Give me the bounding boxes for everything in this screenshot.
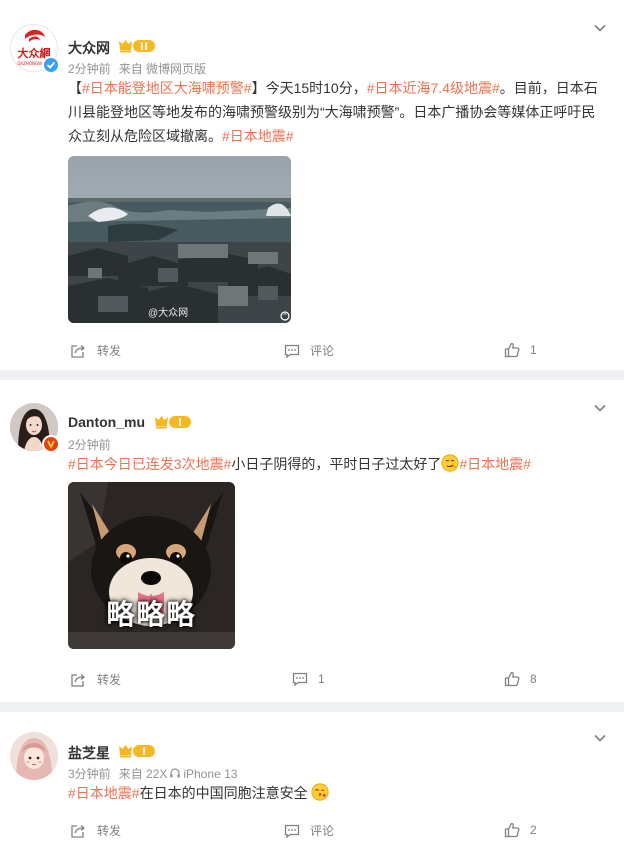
comment-label: 评论 — [310, 344, 335, 358]
repost-button[interactable]: 转发 — [70, 822, 121, 839]
post-image-meme[interactable]: 略略略 — [68, 482, 235, 649]
comment-label: 评论 — [310, 824, 335, 838]
text-segment: 小日子阴得的，平时日子过太好了 — [231, 456, 442, 472]
repost-label: 转发 — [97, 344, 122, 358]
comment-icon — [284, 824, 300, 838]
post-toolbar: 转发 评论 2 — [0, 822, 624, 844]
chevron-down-icon[interactable] — [592, 730, 608, 746]
post-text: #日本地震#在日本的中国同胞注意安全 — [68, 781, 600, 805]
post-source: 来自 22X — [118, 767, 168, 781]
post-toolbar: 转发 1 8 — [0, 671, 624, 693]
image-watermark: @大众网 — [148, 308, 189, 319]
thumbs-up-icon — [504, 342, 520, 358]
comment-icon — [292, 672, 308, 687]
thumbs-up-icon — [504, 822, 520, 838]
post-meta: 2分钟前 — [68, 436, 111, 453]
hashtag-link[interactable]: #日本今日已连发3次地震# — [68, 456, 231, 472]
avatar[interactable]: 大众網 DAZHONGWANG — [10, 24, 60, 74]
repost-label: 转发 — [97, 673, 122, 687]
post-card: 大众網 DAZHONGWANG 大众网 II 2分钟前 来自 微博网页版 【#日本… — [0, 0, 624, 370]
author-name[interactable]: 盐芝星 — [68, 743, 110, 763]
verified-icon — [42, 56, 60, 74]
post-card: 盐芝星 I 3分钟前 来自 22X iPhone 13 #日本地震#在日本的中国同胞… — [0, 712, 624, 847]
hashtag-link[interactable]: #日本能登地区大海啸预警# — [82, 80, 252, 96]
level-badge-icon[interactable]: I — [118, 743, 156, 759]
author-name[interactable]: Danton_mu — [68, 414, 145, 430]
author-name[interactable]: 大众网 — [68, 38, 110, 58]
post-card: Danton_mu I 2分钟前 #日本今日已连发3次地震#小日子阴得的，平时日… — [0, 380, 624, 702]
like-button[interactable]: 8 — [504, 671, 537, 687]
repost-icon — [71, 673, 86, 687]
kiss-face-icon — [310, 783, 329, 801]
post-source: 来自 微博网页版 — [118, 62, 207, 76]
headphones-icon — [170, 768, 181, 778]
comment-count: 1 — [318, 672, 325, 686]
text-segment: 在日本的中国同胞注意安全 — [139, 785, 308, 801]
repost-icon — [71, 824, 86, 838]
thumbs-up-icon — [504, 671, 520, 687]
comment-button[interactable]: 评论 — [284, 822, 334, 839]
text-segment: 】今天15时10分， — [251, 80, 367, 96]
like-button[interactable]: 1 — [504, 342, 537, 358]
smirk-face-icon — [441, 454, 459, 472]
level-badge-text: I — [142, 748, 146, 758]
avatar[interactable] — [10, 732, 58, 780]
chevron-down-icon[interactable] — [592, 400, 608, 416]
chevron-down-icon[interactable] — [592, 20, 608, 36]
post-time[interactable]: 2分钟前 — [68, 62, 111, 76]
like-count: 8 — [530, 672, 537, 686]
post-time[interactable]: 2分钟前 — [68, 438, 111, 452]
hashtag-link[interactable]: #日本地震# — [222, 128, 294, 144]
level-badge-text: I — [178, 419, 182, 429]
weibo-feed: 大众網 DAZHONGWANG 大众网 II 2分钟前 来自 微博网页版 【#日本… — [0, 0, 624, 847]
repost-icon — [71, 344, 86, 358]
post-text: 【#日本能登地区大海啸预警#】今天15时10分，#日本近海7.4级地震#。目前，… — [68, 76, 600, 148]
avatar[interactable] — [10, 403, 60, 453]
hashtag-link[interactable]: #日本近海7.4级地震# — [367, 80, 500, 96]
level-badge-icon[interactable]: II — [118, 38, 156, 54]
like-count: 2 — [530, 823, 537, 837]
post-text: #日本今日已连发3次地震#小日子阴得的，平时日子过太好了 #日本地震# — [68, 452, 600, 476]
repost-button[interactable]: 转发 — [70, 342, 121, 359]
comment-button[interactable]: 评论 — [284, 342, 334, 359]
post-toolbar: 转发 评论 1 — [0, 342, 624, 364]
meme-caption: 略略略 — [106, 599, 197, 630]
level-badge-text: II — [140, 43, 148, 53]
post-time[interactable]: 3分钟前 — [68, 767, 111, 781]
level-badge-icon[interactable]: I — [154, 414, 192, 430]
hashtag-link[interactable]: #日本地震# — [68, 785, 140, 801]
comment-button[interactable]: 1 — [292, 671, 325, 687]
vip-badge-icon — [42, 435, 60, 453]
comment-icon — [284, 344, 300, 358]
repost-label: 转发 — [97, 824, 122, 838]
post-meta: 2分钟前 来自 微博网页版 — [68, 60, 206, 77]
hashtag-link[interactable]: #日本地震# — [459, 456, 531, 472]
post-image-tsunami[interactable]: @大众网 — [68, 156, 291, 323]
like-count: 1 — [530, 343, 537, 357]
text-segment: 【 — [68, 80, 82, 96]
like-button[interactable]: 2 — [504, 822, 537, 838]
post-device: iPhone 13 — [183, 767, 238, 781]
repost-button[interactable]: 转发 — [70, 671, 121, 688]
post-meta: 3分钟前 来自 22X iPhone 13 — [68, 765, 237, 782]
